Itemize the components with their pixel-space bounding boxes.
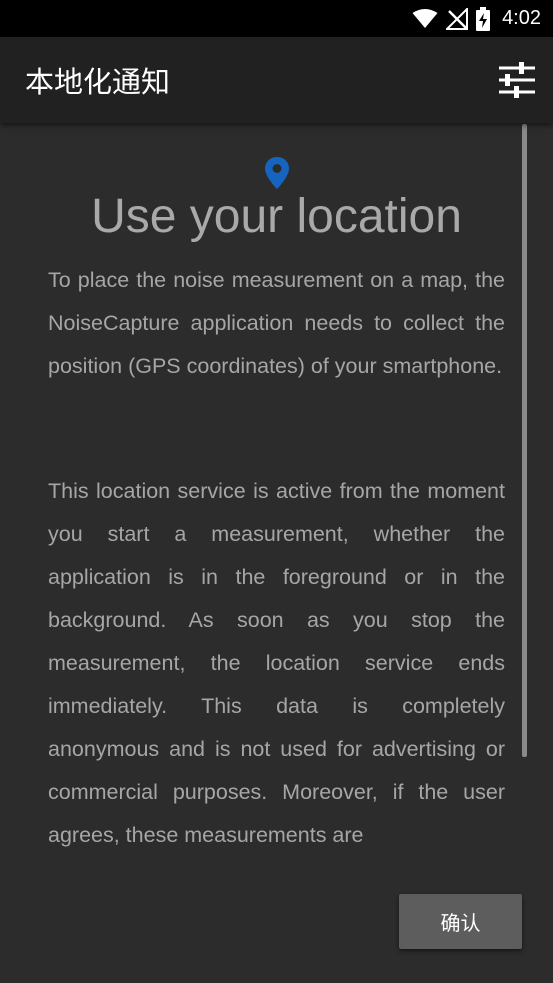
map-pin-icon — [264, 157, 290, 189]
app-title: 本地化通知 — [25, 65, 171, 99]
page-title: Use your location — [91, 190, 462, 243]
status-time: 4:02 — [502, 7, 541, 29]
status-bar: 4:02 — [0, 0, 553, 37]
details-paragraph: This location service is active from the… — [48, 479, 505, 847]
intro-paragraph: To place the noise measurement on a map,… — [48, 268, 505, 378]
wifi-icon — [412, 8, 438, 29]
battery-charging-icon — [476, 6, 491, 31]
sliders-icon[interactable] — [497, 60, 537, 100]
app-bar: 本地化通知 — [0, 37, 553, 123]
scrollbar[interactable] — [522, 124, 527, 757]
no-signal-icon — [446, 7, 469, 30]
confirm-button[interactable]: 确认 — [399, 894, 522, 949]
